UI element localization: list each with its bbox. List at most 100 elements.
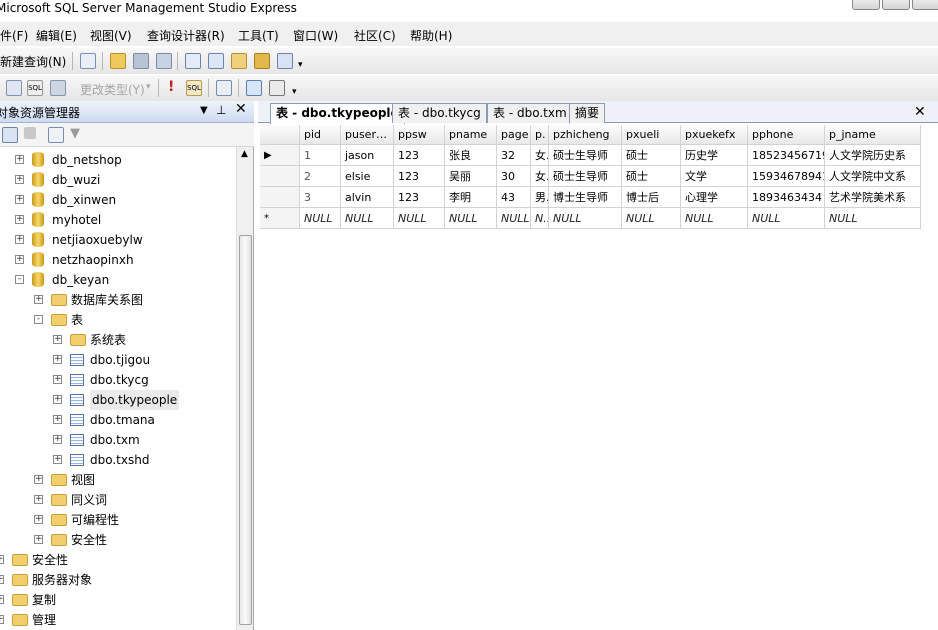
- grid-cell[interactable]: 3: [300, 187, 341, 208]
- menu-tools[interactable]: 工具(T): [238, 27, 279, 44]
- change-type-dropdown[interactable]: 更改类型(Y): [80, 81, 145, 98]
- tab-summary[interactable]: 摘要: [569, 103, 606, 123]
- grid-cell[interactable]: 1893463434: [748, 187, 825, 208]
- expand-icon[interactable]: +: [15, 255, 24, 264]
- refresh-icon[interactable]: [48, 127, 64, 143]
- tree-node[interactable]: + dbo.tkypeople: [0, 390, 236, 410]
- scroll-up-icon[interactable]: ▲: [241, 149, 248, 159]
- grid-cell[interactable]: 硕士生导师: [549, 166, 622, 187]
- column-header[interactable]: p_jname: [825, 125, 921, 145]
- expand-icon[interactable]: +: [53, 395, 62, 404]
- maximize-button[interactable]: [882, 0, 910, 10]
- grid-cell[interactable]: NULL: [549, 208, 622, 229]
- save-icon[interactable]: [133, 53, 149, 69]
- window-position-icon[interactable]: ▼: [200, 105, 208, 116]
- new-derived-table-icon[interactable]: [269, 80, 285, 96]
- tree-node[interactable]: + 同义词: [0, 490, 236, 510]
- verify-sql-icon[interactable]: SQL: [186, 80, 202, 96]
- save-all-icon[interactable]: [156, 53, 172, 69]
- grid-cell[interactable]: 32: [497, 145, 531, 166]
- column-header[interactable]: pname: [445, 125, 497, 145]
- grid-cell[interactable]: 1: [300, 145, 341, 166]
- menu-edit[interactable]: 编辑(E): [36, 27, 77, 44]
- tree-node[interactable]: + dbo.txshd: [0, 450, 236, 470]
- expand-icon[interactable]: +: [53, 375, 62, 384]
- tree-node[interactable]: + 系统表: [0, 330, 236, 350]
- results-pane-icon[interactable]: [50, 80, 66, 96]
- expand-icon[interactable]: +: [53, 355, 62, 364]
- collapse-icon[interactable]: -: [15, 275, 24, 284]
- filter-icon[interactable]: ▼: [70, 126, 80, 141]
- menu-file[interactable]: 文件(F): [0, 27, 28, 44]
- row-selector[interactable]: [260, 166, 300, 187]
- expand-icon[interactable]: +: [53, 415, 62, 424]
- grid-cell[interactable]: jason: [341, 145, 394, 166]
- column-header[interactable]: puser…: [341, 125, 394, 145]
- expand-icon[interactable]: +: [15, 155, 24, 164]
- expand-icon[interactable]: +: [53, 335, 62, 344]
- grid-cell[interactable]: 张良: [445, 145, 497, 166]
- toolbar-overflow-icon[interactable]: ▾: [292, 87, 297, 97]
- tree-node[interactable]: + 安全性: [0, 530, 236, 550]
- group-by-icon[interactable]: [216, 80, 232, 96]
- column-header[interactable]: p.: [531, 125, 549, 145]
- grid-cell[interactable]: 123: [394, 166, 445, 187]
- tree-node[interactable]: -表: [0, 310, 236, 330]
- expand-icon[interactable]: +: [0, 575, 4, 584]
- column-header[interactable]: pzhicheng: [549, 125, 622, 145]
- menu-query-designer[interactable]: 查询设计器(R): [147, 27, 225, 44]
- grid-cell[interactable]: 吴丽: [445, 166, 497, 187]
- grid-cell[interactable]: NULL: [497, 208, 531, 229]
- column-header[interactable]: pphone: [748, 125, 825, 145]
- expand-icon[interactable]: +: [53, 455, 62, 464]
- grid-cell[interactable]: 博士生导师: [549, 187, 622, 208]
- grid-cell[interactable]: 123: [394, 145, 445, 166]
- auto-hide-pin-icon[interactable]: ⊥: [216, 103, 226, 117]
- column-header[interactable]: page: [497, 125, 531, 145]
- grid-cell[interactable]: 人文学院中文系: [825, 166, 921, 187]
- tree-node[interactable]: + dbo.tjigou: [0, 350, 236, 370]
- execute-sql-icon[interactable]: !: [168, 79, 174, 95]
- new-query-button[interactable]: 新建查询(N): [0, 53, 66, 70]
- grid-cell[interactable]: elsie: [341, 166, 394, 187]
- grid-cell[interactable]: 硕士: [622, 166, 681, 187]
- grid-cell[interactable]: 女.: [531, 145, 549, 166]
- grid-cell[interactable]: 30: [497, 166, 531, 187]
- grid-cell[interactable]: 男.: [531, 187, 549, 208]
- expand-icon[interactable]: +: [0, 615, 4, 624]
- solution-explorer-icon[interactable]: [254, 53, 270, 69]
- menu-window[interactable]: 窗口(W): [293, 27, 338, 44]
- grid-cell[interactable]: 艺术学院美术系: [825, 187, 921, 208]
- tree-node[interactable]: + dbo.tkycg: [0, 370, 236, 390]
- tab-tkypeople[interactable]: 表 - dbo.tkypeople: [270, 103, 405, 124]
- grid-cell[interactable]: 硕士生导师: [549, 145, 622, 166]
- grid-cell[interactable]: 女.: [531, 166, 549, 187]
- expand-icon[interactable]: +: [53, 435, 62, 444]
- object-explorer-icon[interactable]: [208, 53, 224, 69]
- collapse-icon[interactable]: -: [34, 315, 43, 324]
- tree-node[interactable]: + myhotel: [0, 210, 236, 230]
- open-folder-icon[interactable]: [110, 53, 126, 69]
- grid-cell[interactable]: NULL: [748, 208, 825, 229]
- grid-cell[interactable]: NULL: [394, 208, 445, 229]
- scrollbar-thumb[interactable]: [239, 235, 252, 625]
- show-diagram-icon[interactable]: [6, 80, 22, 96]
- template-explorer-icon[interactable]: [231, 53, 247, 69]
- grid-cell[interactable]: 心理学: [681, 187, 748, 208]
- new-row-marker[interactable]: *: [260, 208, 300, 229]
- expand-icon[interactable]: +: [0, 595, 4, 604]
- menu-view[interactable]: 视图(V): [90, 27, 132, 44]
- grid-cell[interactable]: 硕士: [622, 145, 681, 166]
- tab-tkycg[interactable]: 表 - dbo.tkycg: [392, 103, 487, 123]
- grid-cell[interactable]: NULL: [622, 208, 681, 229]
- column-header[interactable]: pxueli: [622, 125, 681, 145]
- close-icon[interactable]: ✕: [235, 101, 247, 117]
- tree-node[interactable]: + 可编程性: [0, 510, 236, 530]
- expand-icon[interactable]: +: [15, 235, 24, 244]
- tree-node[interactable]: + 管理: [0, 610, 236, 630]
- add-table-icon[interactable]: [246, 80, 262, 96]
- tree-node[interactable]: + netzhaopinxh: [0, 250, 236, 270]
- grid-cell[interactable]: NULL: [341, 208, 394, 229]
- expand-icon[interactable]: +: [34, 535, 43, 544]
- grid-cell[interactable]: 博士后: [622, 187, 681, 208]
